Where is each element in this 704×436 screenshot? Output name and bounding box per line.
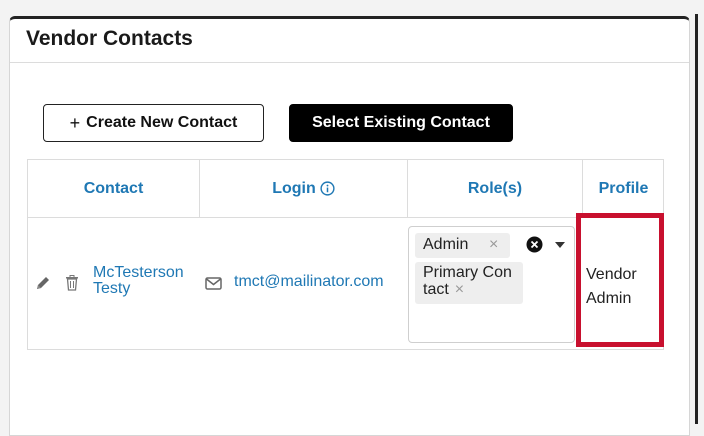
contacts-table: Contact Login Role(s) Profile McTesterso… (27, 159, 664, 350)
contact-name-link[interactable]: McTesterson Testy (93, 265, 198, 297)
title-divider (10, 62, 689, 63)
remove-role-primary-contact-icon[interactable]: × (455, 281, 464, 298)
info-icon[interactable] (320, 181, 335, 196)
role-chip-admin: Admin × (415, 233, 510, 258)
plus-icon: + (69, 112, 81, 133)
create-new-contact-button[interactable]: + Create New Contact (43, 104, 264, 142)
column-header-login-label: Login (272, 179, 316, 197)
column-header-contact[interactable]: Contact (28, 160, 199, 217)
select-existing-contact-button[interactable]: Select Existing Contact (289, 104, 513, 142)
panel-title: Vendor Contacts (26, 27, 193, 50)
column-header-contact-label: Contact (83, 179, 144, 197)
contact-last-line: Testy (93, 280, 131, 297)
column-header-roles-label: Role(s) (467, 179, 523, 197)
window-edge (695, 14, 698, 424)
role-chip-admin-label: Admin (423, 236, 469, 253)
create-new-contact-label: Create New Contact (86, 114, 238, 131)
column-header-roles[interactable]: Role(s) (407, 160, 582, 217)
role-chip-primary-contact-label: Primary Con tact (423, 264, 512, 298)
contact-first-line: McTesterson (93, 264, 184, 281)
trash-icon[interactable] (65, 275, 79, 291)
role-chip-primary-contact: Primary Con tact × (415, 262, 523, 304)
select-existing-contact-label: Select Existing Contact (312, 114, 490, 131)
profile-highlight-box (576, 213, 664, 347)
login-email-link[interactable]: tmct@mailinator.com (234, 273, 384, 291)
table-header: Contact Login Role(s) Profile (28, 160, 663, 218)
remove-role-admin-icon[interactable]: × (489, 236, 498, 254)
clear-circle-icon[interactable] (526, 236, 543, 253)
roles-multiselect[interactable]: Admin × Primary Con tact × (408, 226, 575, 343)
column-header-profile[interactable]: Profile (582, 160, 664, 217)
column-header-login[interactable]: Login (199, 160, 407, 217)
caret-down-icon[interactable] (555, 242, 565, 248)
mail-icon (205, 277, 222, 290)
pencil-icon[interactable] (35, 275, 51, 291)
column-header-profile-label: Profile (598, 179, 649, 197)
